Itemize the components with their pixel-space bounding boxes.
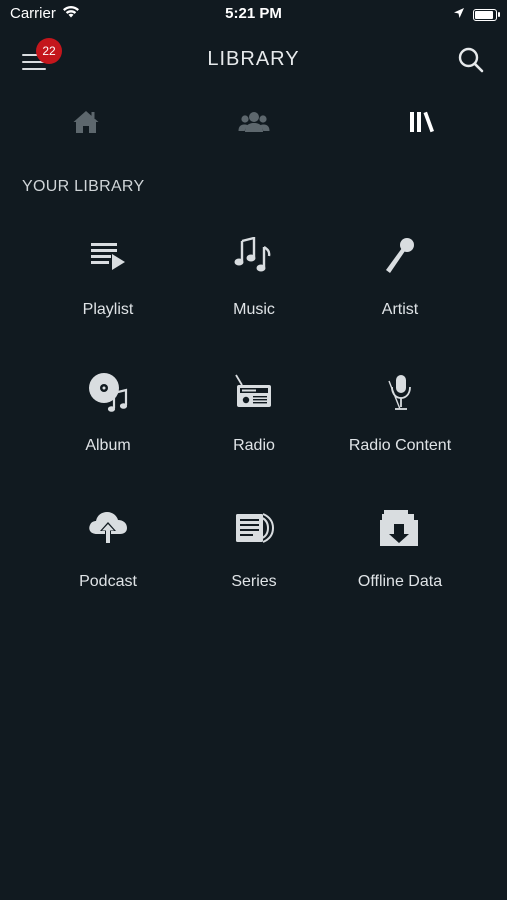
section-title: YOUR LIBRARY [22,178,145,195]
album-disc-icon [89,373,128,412]
top-tab-bar [0,100,507,144]
search-icon [458,47,484,73]
radio-mic-icon [388,375,411,410]
library-item-music[interactable]: Music [181,228,327,321]
battery-icon [473,9,500,21]
battery-level [475,11,493,19]
library-item-offline-data[interactable]: Offline Data [327,500,473,593]
library-item-label: Radio Content [348,437,452,454]
library-item-radio[interactable]: Radio [181,364,327,457]
tab-library[interactable] [392,100,452,144]
app-header: 22 LIBRARY [0,28,507,92]
status-time: 5:21 PM [225,5,282,22]
location-arrow-icon [453,6,465,24]
playlist-icon [91,243,125,270]
library-item-label: Album [85,437,131,454]
offline-download-icon [380,510,418,546]
library-item-album[interactable]: Album [35,364,181,457]
search-button[interactable] [457,46,485,74]
status-right [453,6,500,24]
library-item-artist[interactable]: Artist [327,228,473,321]
library-icon [410,111,434,133]
library-item-series[interactable]: Series [181,500,327,593]
library-item-podcast[interactable]: Podcast [35,500,181,593]
library-item-label: Podcast [79,573,137,590]
library-item-label: Music [233,301,275,318]
tab-social[interactable] [224,100,284,144]
library-item-label: Radio [233,437,275,454]
library-item-label: Playlist [82,301,134,318]
microphone-icon [386,238,414,273]
library-item-playlist[interactable]: Playlist [35,228,181,321]
library-item-label: Artist [381,301,419,318]
series-icon [236,513,275,543]
library-item-label: Offline Data [357,573,443,590]
home-icon [73,111,99,133]
tab-home[interactable] [56,100,116,144]
music-notes-icon [234,237,271,272]
people-icon [238,112,270,132]
page-title: LIBRARY [207,48,300,70]
radio-icon [235,374,271,407]
status-bar: Carrier 5:21 PM [0,0,507,28]
cloud-upload-icon [89,512,127,544]
library-item-radio-content[interactable]: Radio Content [327,364,473,457]
library-item-label: Series [231,573,277,590]
